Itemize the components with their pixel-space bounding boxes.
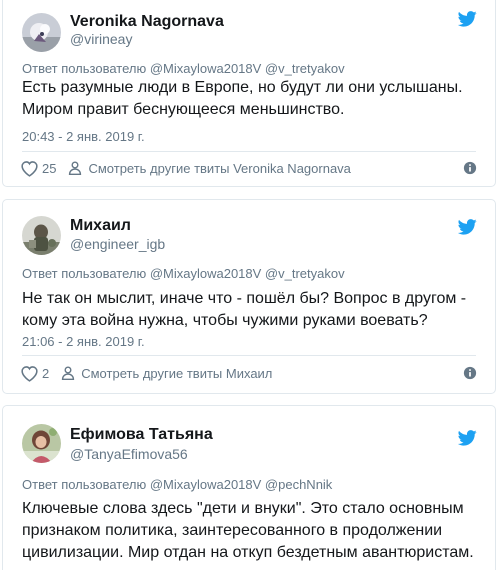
tweet-text: Ключевые слова здесь "дети и внуки". Это… — [22, 500, 474, 561]
tweet-text: Есть разумные люди в Европе, но будут ли… — [22, 79, 463, 118]
author-name[interactable]: Ефимова Татьяна — [70, 426, 213, 444]
twitter-bird-icon[interactable] — [458, 219, 477, 235]
tweet-card: Ефимова Татьяна @TanyaEfimova56 Ответ по… — [2, 405, 496, 570]
reply-to-line[interactable]: Ответ пользователю @Mixaylowa2018V @pech… — [22, 477, 332, 492]
tweet-timestamp[interactable]: 21:06 - 2 янв. 2019 г. — [22, 334, 145, 349]
tweet-text: Не так он мыслит, иначе что - пошёл бы? … — [22, 290, 467, 329]
twitter-bird-icon[interactable] — [458, 430, 477, 446]
tweet-feed: Veronika Nagornava @virineay Ответ польз… — [0, 0, 498, 570]
reply-to-line[interactable]: Ответ пользователю @Mixaylowa2018V @v_tr… — [22, 266, 345, 281]
author-avatar[interactable] — [22, 216, 61, 255]
divider — [22, 355, 476, 356]
more-tweets-link[interactable]: Смотреть другие твиты Veronika Nagornava — [88, 161, 350, 176]
person-icon — [68, 161, 82, 175]
more-tweets-link[interactable]: Смотреть другие твиты Михаил — [81, 366, 272, 381]
author-avatar[interactable] — [22, 13, 61, 52]
info-icon[interactable] — [463, 366, 477, 380]
heart-icon[interactable] — [20, 365, 39, 382]
twitter-bird-icon[interactable] — [458, 11, 477, 27]
divider — [22, 151, 476, 152]
author-handle[interactable]: @engineer_igb — [70, 236, 165, 252]
author-avatar[interactable] — [22, 424, 61, 463]
heart-icon[interactable] — [20, 160, 39, 177]
person-icon — [61, 366, 75, 380]
author-name[interactable]: Veronika Nagornava — [70, 13, 224, 31]
tweet-card: Veronika Nagornava @virineay Ответ польз… — [2, 0, 496, 187]
info-icon[interactable] — [463, 161, 477, 175]
reply-to-line[interactable]: Ответ пользователю @Mixaylowa2018V @v_tr… — [22, 61, 345, 76]
author-handle[interactable]: @virineay — [70, 31, 132, 47]
tweet-actions: 2 Смотреть другие твиты Михаил — [20, 363, 477, 383]
tweet-timestamp[interactable]: 20:43 - 2 янв. 2019 г. — [22, 129, 145, 144]
author-name[interactable]: Михаил — [70, 217, 131, 235]
like-count[interactable]: 25 — [42, 161, 56, 176]
tweet-card: Михаил @engineer_igb Ответ пользователю … — [2, 199, 496, 394]
like-count[interactable]: 2 — [42, 366, 49, 381]
author-handle[interactable]: @TanyaEfimova56 — [70, 446, 188, 462]
tweet-actions: 25 Смотреть другие твиты Veronika Nagorn… — [20, 158, 477, 178]
